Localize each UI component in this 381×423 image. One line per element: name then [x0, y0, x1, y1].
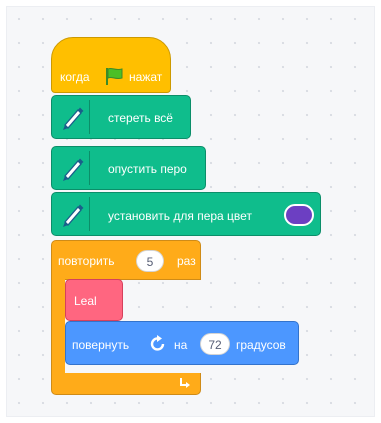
loop-arrow-icon	[180, 378, 190, 388]
pen-color-picker[interactable]	[284, 204, 314, 226]
turn-degrees-input[interactable]: 72	[200, 333, 230, 355]
repeat-block-bottom	[51, 373, 201, 395]
rotate-right-icon	[150, 335, 165, 351]
turn-degrees-label: градусов	[236, 338, 286, 352]
repeat-block-arm	[51, 279, 65, 375]
event-label-clicked: нажат	[129, 70, 163, 84]
when-flag-clicked-block[interactable]: когда нажат	[51, 37, 171, 93]
pen-down-block[interactable]: опустить перо	[51, 146, 206, 190]
repeat-times-label: раз	[177, 254, 196, 268]
code-area[interactable]: когда нажат стереть всё опустить перо ус…	[6, 6, 375, 417]
turn-label: повернуть	[72, 338, 130, 352]
pen-icon	[56, 100, 90, 134]
pen-clear-label: стереть всё	[108, 111, 173, 125]
custom-block-leal[interactable]: Leal	[65, 279, 123, 321]
green-flag-icon	[106, 67, 123, 85]
repeat-label: повторить	[58, 254, 115, 268]
turn-right-block[interactable]: повернуть на 72 градусов	[65, 321, 299, 365]
event-label-when: когда	[60, 70, 90, 84]
turn-on-label: на	[174, 338, 188, 352]
pen-set-color-block[interactable]: установить для пера цвет	[51, 192, 321, 236]
pen-icon	[56, 151, 90, 185]
custom-block-label: Leal	[74, 294, 97, 308]
pen-set-color-label: установить для пера цвет	[108, 209, 252, 223]
repeat-block[interactable]: повторить 5 раз	[51, 240, 201, 280]
pen-down-label: опустить перо	[108, 162, 187, 176]
repeat-count-input[interactable]: 5	[136, 250, 164, 272]
pen-clear-block[interactable]: стереть всё	[51, 95, 191, 139]
pen-icon	[56, 197, 90, 231]
